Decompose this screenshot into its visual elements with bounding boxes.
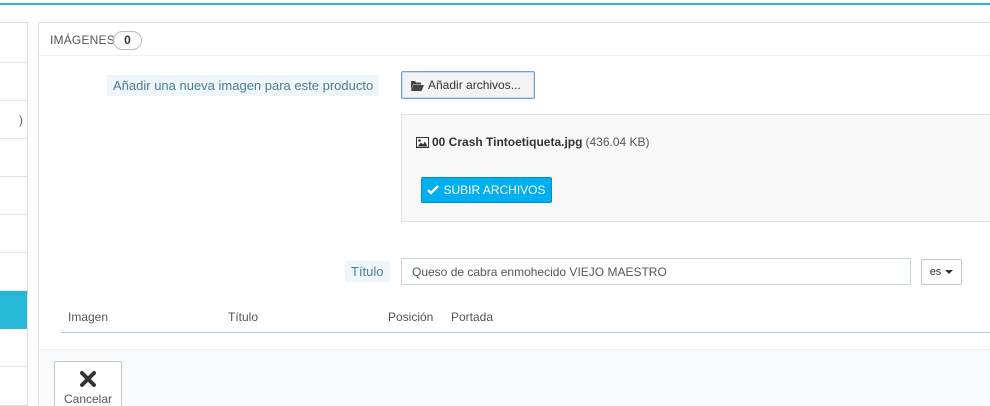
image-count-badge: 0 — [113, 31, 142, 50]
sidebar-item[interactable] — [0, 63, 27, 101]
file-entry: 00 Crash Tintoetiqueta.jpg (436.04 KB) — [416, 135, 650, 149]
top-accent-line — [0, 3, 990, 5]
title-label: Título — [345, 261, 390, 282]
sidebar-item-label: ) — [19, 112, 23, 127]
panel-heading: IMÁGENES 0 — [39, 23, 990, 56]
sidebar-item[interactable] — [0, 215, 27, 253]
column-header-title: Título — [228, 310, 259, 324]
sidebar: ) — [0, 22, 28, 406]
column-header-image: Imagen — [68, 310, 109, 324]
sidebar-item[interactable] — [0, 329, 27, 367]
language-value: es — [929, 266, 942, 278]
upload-files-button[interactable]: SUBIR ARCHIVOS — [421, 177, 552, 203]
add-files-label: Añadir archivos... — [428, 78, 521, 92]
panel-footer: Cancelar — [39, 349, 990, 406]
sidebar-item[interactable] — [0, 367, 27, 406]
sidebar-item[interactable] — [0, 139, 27, 177]
upload-queue: 00 Crash Tintoetiqueta.jpg (436.04 KB) S… — [401, 114, 990, 222]
upload-files-label: SUBIR ARCHIVOS — [443, 183, 546, 197]
check-icon — [427, 185, 440, 195]
sidebar-item[interactable] — [0, 177, 27, 215]
file-name: 00 Crash Tintoetiqueta.jpg — [432, 135, 583, 149]
file-size: (436.04 KB) — [585, 135, 650, 149]
column-header-position: Posición — [388, 310, 434, 324]
product-images-page: ) IMÁGENES 0 Añadir una nueva imagen par… — [0, 0, 990, 406]
column-header-cover: Portada — [451, 310, 494, 324]
caret-down-icon — [945, 270, 954, 274]
title-input[interactable] — [401, 258, 911, 285]
sidebar-item[interactable] — [0, 23, 27, 63]
add-files-button[interactable]: Añadir archivos... — [401, 71, 535, 99]
sidebar-item[interactable]: ) — [0, 101, 27, 139]
image-icon — [416, 136, 429, 148]
cancel-button[interactable]: Cancelar — [54, 361, 122, 406]
panel-title: IMÁGENES — [50, 33, 115, 47]
images-panel: IMÁGENES 0 Añadir una nueva imagen para … — [38, 22, 990, 406]
language-dropdown[interactable]: es — [921, 259, 962, 285]
folder-open-icon — [411, 80, 424, 91]
images-table-header: Imagen Título Posición Portada — [61, 303, 990, 333]
close-icon — [80, 371, 96, 387]
add-image-label: Añadir una nueva imagen para este produc… — [107, 75, 380, 96]
sidebar-item[interactable] — [0, 253, 27, 291]
cancel-label: Cancelar — [63, 392, 113, 406]
sidebar-item-active[interactable] — [0, 291, 27, 329]
